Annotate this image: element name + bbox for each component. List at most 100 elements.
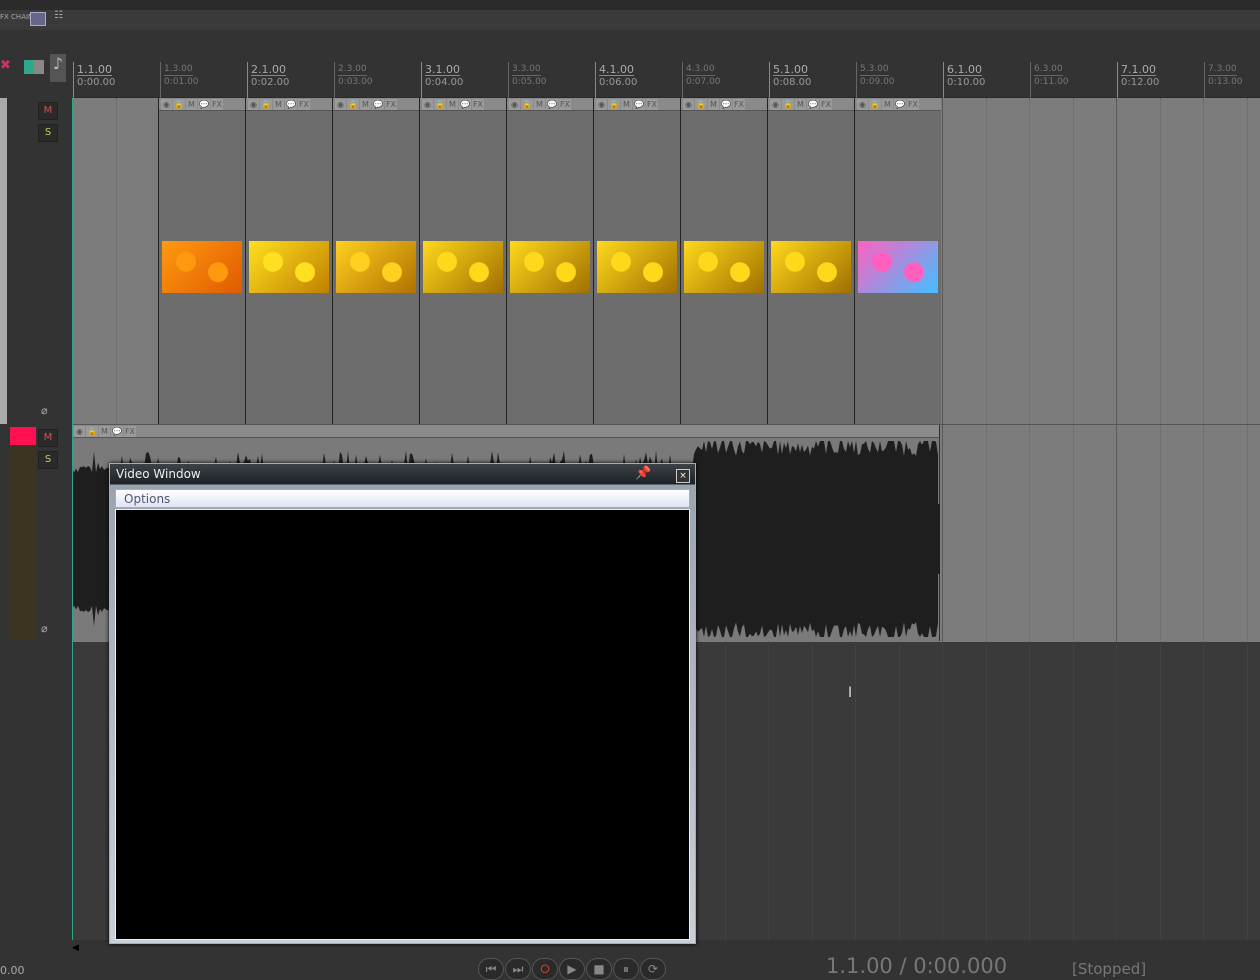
video-item-button-1[interactable]: 🔒 — [347, 99, 359, 110]
play-cursor[interactable] — [72, 98, 73, 940]
video-item-button-2[interactable]: M — [272, 99, 284, 110]
video-item-button-1[interactable]: 🔒 — [695, 99, 707, 110]
record-button[interactable]: ⭘ — [532, 958, 558, 980]
video-item-header: ◉ 🔒 M 💬 FX — [681, 98, 767, 111]
video-item-button-1[interactable]: 🔒 — [434, 99, 446, 110]
video-item[interactable]: ◉ 🔒 M 💬 FX — [593, 98, 680, 424]
video-item[interactable]: ◉ 🔒 M 💬 FX — [245, 98, 332, 424]
video-item-button-3[interactable]: 💬 — [632, 99, 645, 110]
video-item-button-1[interactable]: 🔒 — [782, 99, 794, 110]
pause-button[interactable]: ⏸ — [613, 958, 639, 980]
video-thumbnail — [162, 241, 242, 293]
video-item[interactable]: ◉ 🔒 M 💬 FX — [332, 98, 419, 424]
ruler-marker: 4.1.00 0:06.00 — [595, 62, 637, 98]
video-thumbnail — [249, 241, 329, 293]
video-item-button-0[interactable]: ◉ — [248, 99, 259, 110]
video-item-button-0[interactable]: ◉ — [857, 99, 868, 110]
video-item-button-0[interactable]: ◉ — [335, 99, 346, 110]
video-window[interactable]: Video Window 📌 × Options — [109, 463, 696, 944]
video-item-button-4[interactable]: FX — [906, 99, 920, 110]
video-item-button-3[interactable]: 💬 — [545, 99, 558, 110]
video-item[interactable]: ◉ 🔒 M 💬 FX — [506, 98, 593, 424]
video-item-button-2[interactable]: M — [707, 99, 719, 110]
fx-chain-button[interactable]: FX CHAIN — [0, 13, 33, 21]
video-item-button-2[interactable]: M — [881, 99, 893, 110]
video-item-button-4[interactable]: FX — [732, 99, 746, 110]
audio-item-button-2[interactable]: M — [98, 426, 110, 437]
track1-solo-button[interactable]: S — [38, 124, 58, 142]
ruler-time-label: 0:07.00 — [686, 77, 721, 87]
video-item-button-3[interactable]: 💬 — [806, 99, 819, 110]
video-item-button-3[interactable]: 💬 — [893, 99, 906, 110]
track1-phase-icon[interactable]: ⌀ — [41, 404, 48, 417]
ruler-bar-label: 2.3.00 — [338, 64, 367, 76]
close-button[interactable]: × — [676, 469, 690, 483]
pin-icon[interactable]: 📌 — [635, 466, 651, 481]
track2-phase-icon[interactable]: ⌀ — [41, 622, 48, 635]
timeline-ruler[interactable]: 1.1.00 0:00.00 1.3.00 0:01.00 2.1.00 0:02.00 2… — [72, 30, 1260, 98]
mixer-icon[interactable]: ✖ — [0, 58, 11, 73]
video-item-button-1[interactable]: 🔒 — [260, 99, 272, 110]
video-item-button-0[interactable]: ◉ — [422, 99, 433, 110]
video-item-button-4[interactable]: FX — [210, 99, 224, 110]
collapse-icon[interactable] — [24, 60, 44, 74]
ruler-time-label: 0:00.00 — [77, 77, 116, 88]
track2-mute-button[interactable]: M — [38, 429, 58, 447]
video-item-button-2[interactable]: M — [185, 99, 197, 110]
go-end-button[interactable]: ⏭ — [505, 958, 531, 980]
horizontal-scrollbar[interactable]: ◀ — [72, 940, 212, 953]
video-item-button-2[interactable]: M — [446, 99, 458, 110]
video-item-button-4[interactable]: FX — [297, 99, 311, 110]
video-item-button-4[interactable]: FX — [471, 99, 485, 110]
audio-item-button-4[interactable]: FX — [123, 426, 137, 437]
video-item-button-1[interactable]: 🔒 — [521, 99, 533, 110]
video-item-button-0[interactable]: ◉ — [770, 99, 781, 110]
video-item[interactable]: ◉ 🔒 M 💬 FX — [158, 98, 245, 424]
play-button[interactable]: ▶ — [559, 958, 585, 980]
repeat-button[interactable]: ⟳ — [640, 958, 666, 980]
options-menu[interactable]: Options — [115, 489, 690, 508]
video-item-button-1[interactable]: 🔒 — [869, 99, 881, 110]
video-item-button-3[interactable]: 💬 — [284, 99, 297, 110]
left-readout: 0.00 — [0, 964, 25, 977]
go-start-button[interactable]: ⏮ — [478, 958, 504, 980]
audio-item-button-3[interactable]: 💬 — [110, 426, 123, 437]
video-item-button-2[interactable]: M — [359, 99, 371, 110]
video-item-button-2[interactable]: M — [794, 99, 806, 110]
video-item-button-1[interactable]: 🔒 — [173, 99, 185, 110]
video-item-button-4[interactable]: FX — [384, 99, 398, 110]
video-item-button-0[interactable]: ◉ — [596, 99, 607, 110]
track2-solo-button[interactable]: S — [38, 451, 58, 469]
video-display — [115, 509, 690, 940]
video-item[interactable]: ◉ 🔒 M 💬 FX — [680, 98, 767, 424]
video-item-button-2[interactable]: M — [533, 99, 545, 110]
video-item-button-3[interactable]: 💬 — [197, 99, 210, 110]
audio-item-button-0[interactable]: ◉ — [74, 426, 85, 437]
video-item-button-4[interactable]: FX — [558, 99, 572, 110]
video-item-button-1[interactable]: 🔒 — [608, 99, 620, 110]
video-item-button-2[interactable]: M — [620, 99, 632, 110]
video-item-button-3[interactable]: 💬 — [719, 99, 732, 110]
stop-button[interactable]: ■ — [586, 958, 612, 980]
video-item-button-3[interactable]: 💬 — [458, 99, 471, 110]
video-item-button-0[interactable]: ◉ — [683, 99, 694, 110]
video-item-button-0[interactable]: ◉ — [161, 99, 172, 110]
video-item-button-0[interactable]: ◉ — [509, 99, 520, 110]
video-item-button-3[interactable]: 💬 — [371, 99, 384, 110]
video-item[interactable]: ◉ 🔒 M 💬 FX — [419, 98, 506, 424]
video-item-button-4[interactable]: FX — [645, 99, 659, 110]
video-thumbnail — [597, 241, 677, 293]
ruler-time-label: 0:04.00 — [425, 77, 464, 88]
ruler-marker: 1.3.00 0:01.00 — [160, 62, 199, 98]
track1-mute-button[interactable]: M — [38, 102, 58, 120]
ruler-bar-label: 1.3.00 — [164, 64, 193, 76]
grid-icon[interactable]: ☷ — [54, 10, 63, 21]
video-item[interactable]: ◉ 🔒 M 💬 FX — [767, 98, 854, 424]
video-item-button-4[interactable]: FX — [819, 99, 833, 110]
audio-item-button-1[interactable]: 🔒 — [86, 426, 98, 437]
transport-bar: ⏮ ⏭ ⭘ ▶ ■ ⏸ ⟳ — [478, 958, 666, 980]
track2-color[interactable] — [10, 427, 36, 445]
video-item[interactable]: ◉ 🔒 M 💬 FX — [854, 98, 941, 424]
video-icon[interactable] — [30, 12, 46, 26]
note-icon[interactable]: ♪ — [50, 54, 66, 82]
